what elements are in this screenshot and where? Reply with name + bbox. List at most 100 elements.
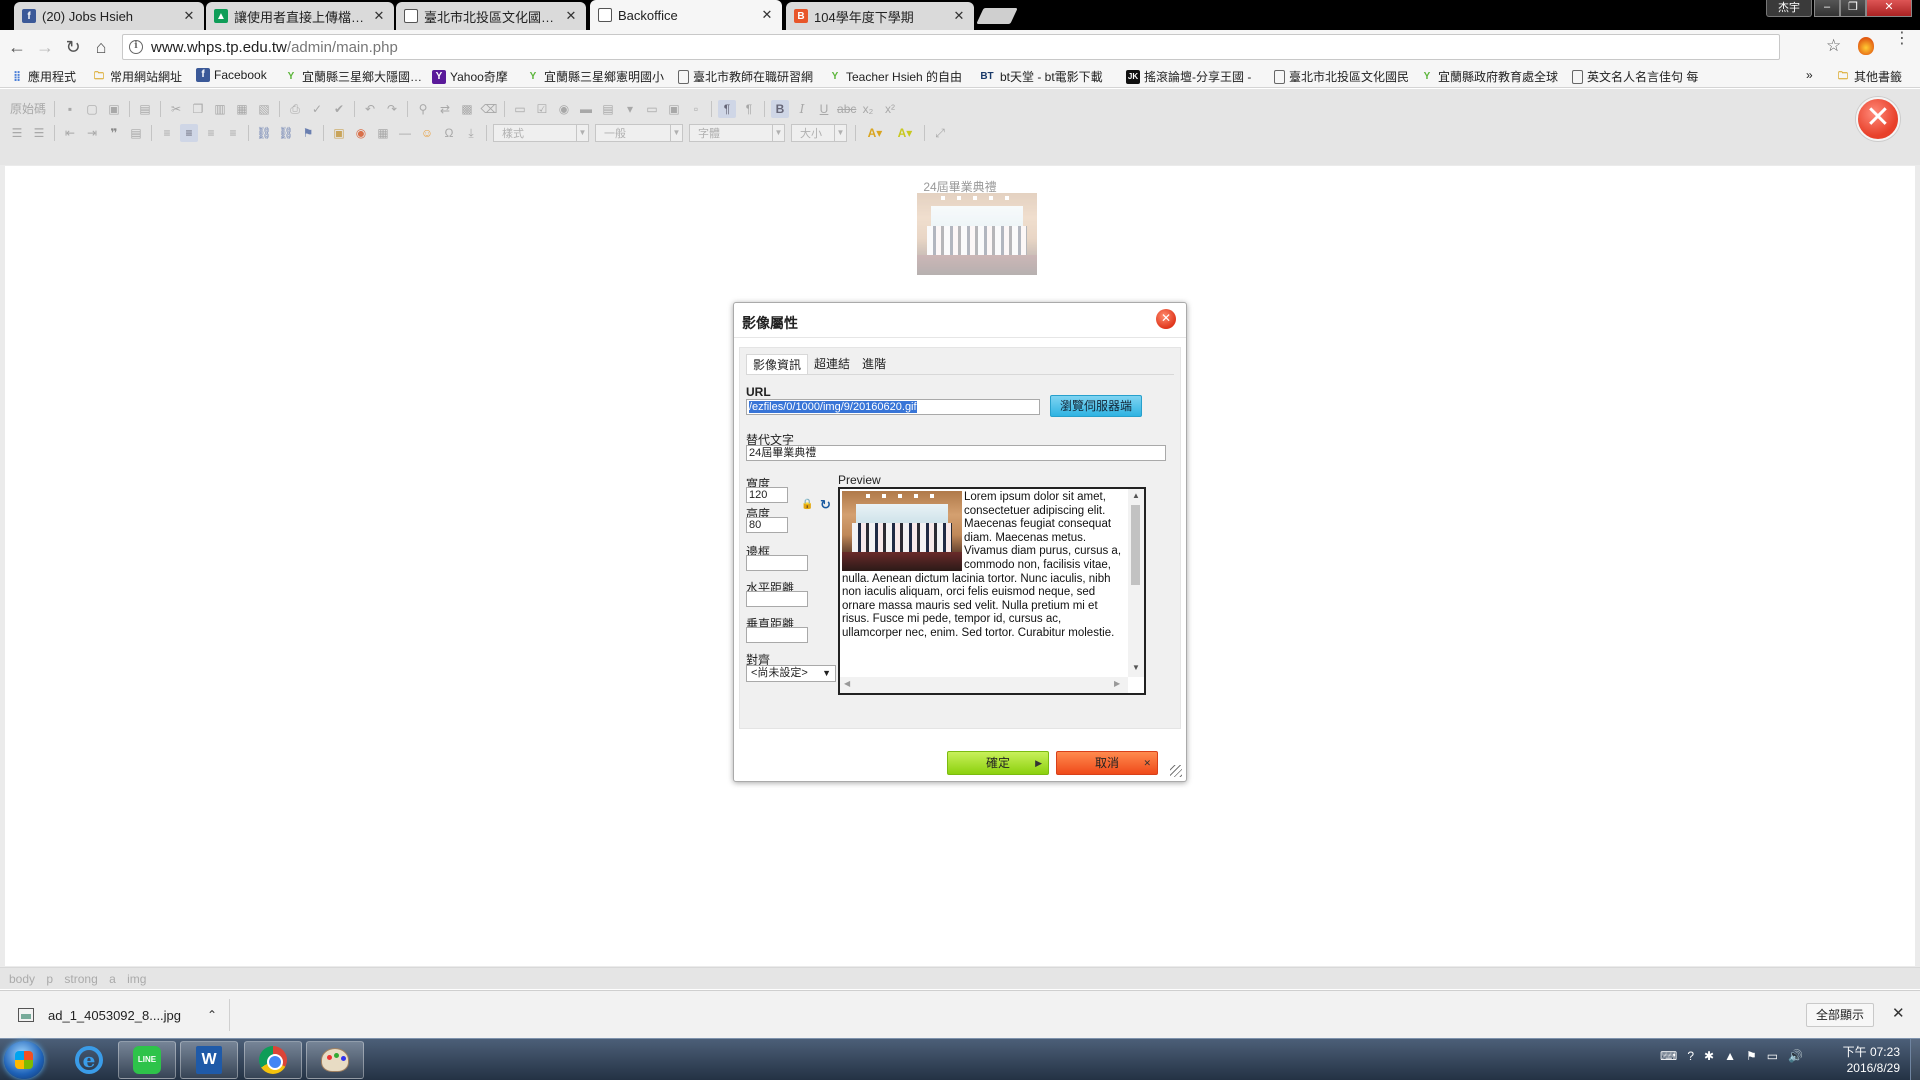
taskbar-line[interactable]: LINE bbox=[118, 1041, 176, 1079]
bookmark-wenhua[interactable]: 臺北市北投區文化國民 bbox=[1274, 68, 1414, 85]
tab-close-icon[interactable]: ✕ bbox=[182, 8, 196, 24]
bookmark-apps[interactable]: ⣿ 應用程式 bbox=[10, 68, 76, 85]
blockquote-icon[interactable]: ❞ bbox=[105, 124, 123, 142]
numbered-list-icon[interactable]: ☰ bbox=[8, 124, 26, 142]
editor-close-button[interactable]: ✕ bbox=[1856, 97, 1900, 141]
tab-close-icon[interactable]: ✕ bbox=[564, 8, 578, 24]
bookmarks-overflow-chevron[interactable]: » bbox=[1806, 68, 1813, 82]
height-input[interactable]: 80 bbox=[746, 517, 788, 533]
templates-icon[interactable]: ▤ bbox=[136, 100, 154, 118]
reset-size-icon[interactable]: ↻ bbox=[820, 497, 831, 513]
home-icon[interactable]: ⌂ bbox=[90, 36, 112, 58]
bg-color-icon[interactable]: A▾ bbox=[892, 124, 918, 142]
checkbox-icon[interactable]: ☑ bbox=[533, 100, 551, 118]
path-item[interactable]: a bbox=[109, 972, 116, 986]
special-char-icon[interactable]: Ω bbox=[440, 124, 458, 142]
keyboard-icon[interactable]: ⌨ bbox=[1660, 1049, 1677, 1063]
preview-vertical-scrollbar[interactable]: ▲ ▼ bbox=[1128, 489, 1144, 677]
tab-backoffice[interactable]: Backoffice ✕ bbox=[590, 0, 782, 30]
preview-icon[interactable]: ▣ bbox=[105, 100, 123, 118]
url-omnibox[interactable]: i www.whps.tp.edu.tw /admin/main.php bbox=[122, 34, 1780, 60]
dialog-resize-handle[interactable] bbox=[1170, 765, 1182, 777]
maximize-button[interactable]: ❐ bbox=[1840, 0, 1866, 17]
italic-icon[interactable]: I bbox=[793, 100, 811, 118]
div-container-icon[interactable]: ▤ bbox=[127, 124, 145, 142]
new-page-icon[interactable]: ▢ bbox=[83, 100, 101, 118]
back-arrow-icon[interactable]: ← bbox=[6, 36, 28, 58]
align-justify-icon[interactable]: ≡ bbox=[224, 124, 242, 142]
paste-text-icon[interactable]: ▦ bbox=[233, 100, 251, 118]
cancel-button[interactable]: 取消 ✕ bbox=[1056, 751, 1158, 775]
smiley-icon[interactable]: ☺ bbox=[418, 124, 436, 142]
replace-icon[interactable]: ⇄ bbox=[436, 100, 454, 118]
outdent-icon[interactable]: ⇤ bbox=[61, 124, 79, 142]
tab-close-icon[interactable]: ✕ bbox=[760, 7, 774, 23]
reload-icon[interactable]: ↻ bbox=[62, 36, 84, 58]
maximize-editor-icon[interactable]: ⤢ bbox=[931, 124, 949, 142]
preview-horizontal-scrollbar[interactable]: ◀ ▶ bbox=[840, 677, 1128, 693]
tab-close-icon[interactable]: ✕ bbox=[952, 8, 966, 24]
spellcheck-icon[interactable]: ✓ bbox=[308, 100, 326, 118]
bookmark-dayin[interactable]: Y 宜蘭縣三星鄉大隱國民小 bbox=[284, 68, 424, 85]
bookmark-bt[interactable]: BT bt天堂 - bt電影下載 bbox=[978, 68, 1114, 85]
paste-icon[interactable]: ▥ bbox=[211, 100, 229, 118]
show-desktop-button[interactable] bbox=[1910, 1039, 1920, 1080]
bookmark-facebook[interactable]: f Facebook bbox=[196, 68, 267, 82]
bookmark-rock-forum[interactable]: JK 搖滾論壇-分享王國 - bbox=[1126, 68, 1262, 85]
rtl-icon[interactable]: ¶ bbox=[740, 100, 758, 118]
undo-icon[interactable]: ↶ bbox=[361, 100, 379, 118]
scroll-down-icon[interactable]: ▼ bbox=[1128, 663, 1144, 672]
bookmark-teacher-training[interactable]: 臺北市教師在職研習網 bbox=[678, 68, 822, 85]
tab-upload[interactable]: ▲ 讓使用者直接上傳檔案到 ✕ bbox=[206, 2, 394, 30]
form-icon[interactable]: ▭ bbox=[511, 100, 529, 118]
radio-icon[interactable]: ◉ bbox=[555, 100, 573, 118]
forward-arrow-icon[interactable]: → bbox=[34, 36, 56, 58]
align-select[interactable]: <尚未設定> ▼ bbox=[746, 665, 836, 682]
scayt-icon[interactable]: ✔ bbox=[330, 100, 348, 118]
taskbar-clock[interactable]: 下午 07:23 2016/8/29 bbox=[1820, 1044, 1900, 1076]
show-all-downloads-button[interactable]: 全部顯示 bbox=[1806, 1003, 1874, 1027]
site-info-icon[interactable]: i bbox=[129, 40, 143, 54]
tab-advanced[interactable]: 進階 bbox=[856, 354, 892, 374]
image-button-icon[interactable]: ▣ bbox=[665, 100, 683, 118]
vspace-input[interactable] bbox=[746, 627, 808, 643]
font-family-combo[interactable]: 字體 ▼ bbox=[689, 124, 785, 142]
align-right-icon[interactable]: ≡ bbox=[202, 124, 220, 142]
width-input[interactable]: 120 bbox=[746, 487, 788, 503]
tray-expand-icon[interactable]: ▲ bbox=[1724, 1049, 1736, 1063]
minimize-button[interactable]: – bbox=[1814, 0, 1840, 17]
profile-user-badge[interactable]: 杰宇 bbox=[1766, 0, 1812, 17]
alt-text-input[interactable]: 24屆畢業典禮 bbox=[746, 445, 1166, 461]
find-icon[interactable]: ⚲ bbox=[414, 100, 432, 118]
taskbar-paint[interactable] bbox=[306, 1041, 364, 1079]
superscript-icon[interactable]: x² bbox=[881, 100, 899, 118]
align-center-icon[interactable]: ≡ bbox=[180, 124, 198, 142]
tab-image-info[interactable]: 影像資訊 bbox=[746, 354, 809, 374]
hspace-input[interactable] bbox=[746, 591, 808, 607]
flash-icon[interactable]: ◉ bbox=[352, 124, 370, 142]
chevron-up-icon[interactable]: ⌃ bbox=[207, 1008, 217, 1022]
bookmark-yilan-edu[interactable]: Y 宜蘭縣政府教育處全球 bbox=[1420, 68, 1562, 85]
taskbar-chrome[interactable] bbox=[244, 1041, 302, 1079]
textarea-icon[interactable]: ▤ bbox=[599, 100, 617, 118]
page-break-icon[interactable]: ⤓ bbox=[462, 124, 480, 142]
bookmark-yahoo[interactable]: Y Yahoo奇摩 bbox=[432, 68, 508, 85]
tab-close-icon[interactable]: ✕ bbox=[372, 8, 386, 24]
strike-icon[interactable]: abc bbox=[837, 100, 856, 118]
paste-word-icon[interactable]: ▧ bbox=[255, 100, 273, 118]
taskbar-internet-explorer[interactable]: e bbox=[60, 1041, 118, 1079]
bookmark-folder-common[interactable]: 🗀 常用網站網址 bbox=[92, 68, 182, 85]
network-icon[interactable]: ▭ bbox=[1767, 1049, 1778, 1063]
paragraph-format-combo[interactable]: 一般 ▼ bbox=[595, 124, 683, 142]
redo-icon[interactable]: ↷ bbox=[383, 100, 401, 118]
path-item[interactable]: strong bbox=[64, 972, 97, 986]
table-icon[interactable]: ▦ bbox=[374, 124, 392, 142]
align-left-icon[interactable]: ≡ bbox=[158, 124, 176, 142]
ok-button[interactable]: 確定 ▶ bbox=[947, 751, 1049, 775]
cut-icon[interactable]: ✂ bbox=[167, 100, 185, 118]
dialog-close-icon[interactable]: ✕ bbox=[1156, 309, 1176, 329]
font-size-combo[interactable]: 大小 ▼ bbox=[791, 124, 847, 142]
window-close-button[interactable]: ✕ bbox=[1866, 0, 1912, 17]
download-item[interactable]: ad_1_4053092_8....jpg ⌃ bbox=[18, 999, 230, 1031]
lock-ratio-icon[interactable]: 🔒 bbox=[801, 499, 813, 510]
